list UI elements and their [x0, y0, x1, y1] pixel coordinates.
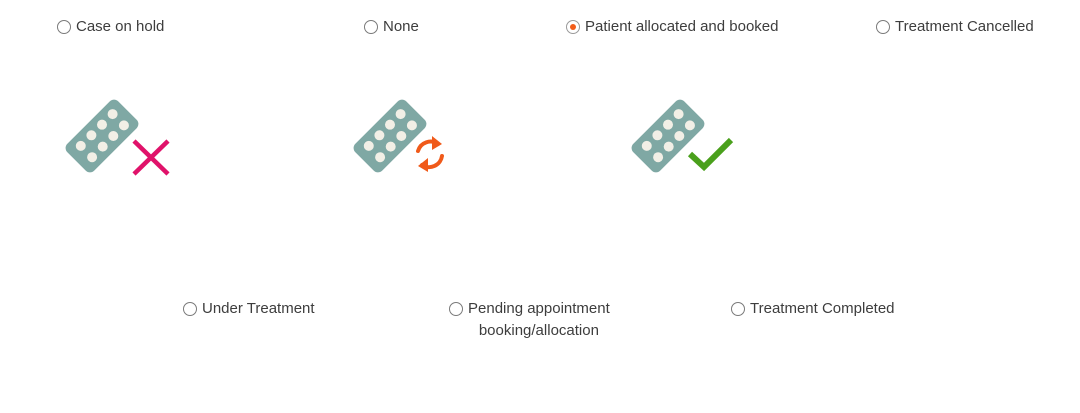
option-label: Treatment Completed	[750, 300, 895, 317]
option-patient-allocated-booked[interactable]: Patient allocated and booked	[566, 16, 778, 38]
radio-none[interactable]	[364, 20, 378, 34]
option-treatment-cancelled[interactable]: Treatment Cancelled	[876, 16, 1034, 38]
option-label-line2: booking/allocation	[478, 322, 599, 339]
option-label: Pending appointment booking/allocation	[468, 298, 610, 342]
option-label-line1: Pending appointment	[468, 300, 610, 317]
option-label: Case on hold	[76, 18, 165, 35]
pill-pack-cross-icon	[65, 99, 170, 176]
option-none[interactable]: None	[364, 16, 419, 38]
option-under-treatment[interactable]: Under Treatment	[183, 298, 315, 320]
radio-under-treatment[interactable]	[183, 302, 197, 316]
radio-patient-allocated-booked[interactable]	[566, 20, 580, 34]
option-label: None	[383, 18, 419, 35]
pill-pack-check-icon	[631, 99, 734, 173]
radio-pending-appointment[interactable]	[449, 302, 463, 316]
option-label: Under Treatment	[202, 300, 315, 317]
pill-pack-refresh-icon	[353, 99, 444, 173]
option-case-on-hold[interactable]: Case on hold	[57, 16, 164, 38]
radio-case-on-hold[interactable]	[57, 20, 71, 34]
option-treatment-completed[interactable]: Treatment Completed	[731, 298, 895, 320]
option-label: Patient allocated and booked	[585, 18, 779, 35]
treatment-status-selector: Case on hold None Patient allocated and …	[0, 0, 1080, 413]
radio-treatment-cancelled[interactable]	[876, 20, 890, 34]
option-pending-appointment[interactable]: Pending appointment booking/allocation	[449, 298, 610, 342]
option-label: Treatment Cancelled	[895, 18, 1034, 35]
radio-treatment-completed[interactable]	[731, 302, 745, 316]
